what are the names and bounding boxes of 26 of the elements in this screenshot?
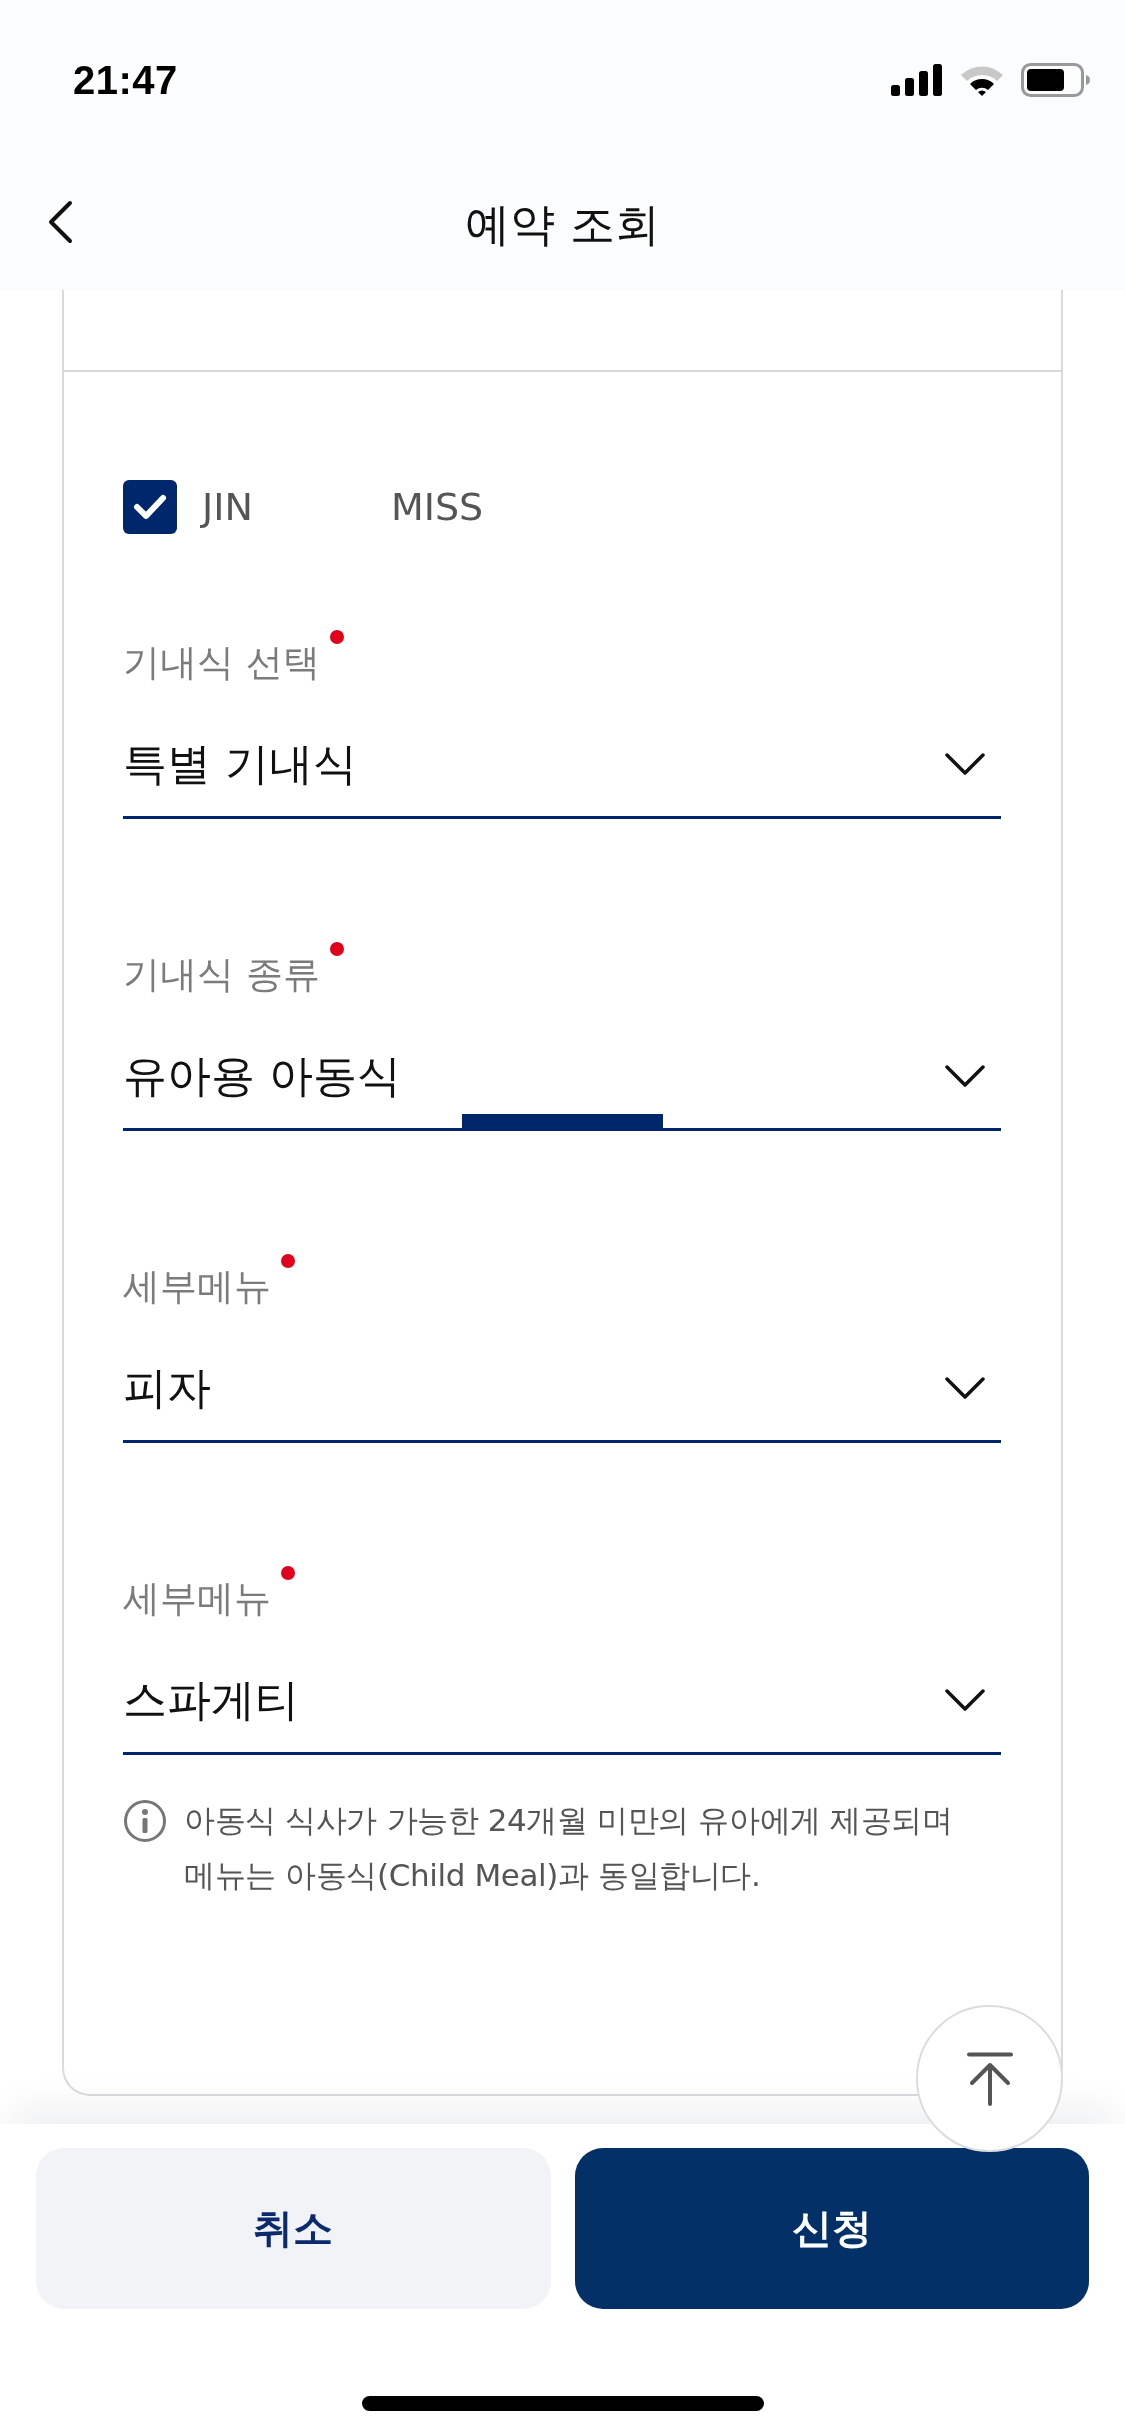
dropdown-field[interactable]: 스파게티 xyxy=(123,1670,1001,1755)
status-time: 21:47 xyxy=(73,57,178,103)
chevron-down-icon xyxy=(945,753,985,775)
arrow-up-to-line-icon xyxy=(966,2051,1013,2106)
submit-button[interactable]: 신청 xyxy=(574,2148,1089,2309)
field-label: 세부메뉴 xyxy=(123,1264,271,1310)
page-title: 예약 조회 xyxy=(465,197,660,253)
wifi-icon xyxy=(959,63,1005,97)
back-icon[interactable] xyxy=(46,200,74,244)
field-label: 기내식 종류 xyxy=(123,952,320,998)
info-note: 아동식 식사가 가능한 24개월 미만의 유아에게 제공되며 메뉴는 아동식(Child Meal)과 동일합니다. xyxy=(184,1801,953,1895)
battery-icon xyxy=(1021,63,1091,97)
info-icon xyxy=(123,1799,167,1843)
chevron-down-icon xyxy=(945,1689,985,1711)
passenger-option[interactable]: MISS xyxy=(391,480,484,534)
checkbox-icon[interactable] xyxy=(123,480,177,534)
cancel-button[interactable]: 취소 xyxy=(36,2148,551,2309)
field-label: 기내식 선택 xyxy=(123,640,320,686)
chevron-down-icon xyxy=(945,1377,985,1399)
passenger-option[interactable]: JIN xyxy=(202,480,253,534)
dropdown-field[interactable]: 피자 xyxy=(123,1358,1001,1443)
signal-icon xyxy=(891,64,943,96)
field-label: 세부메뉴 xyxy=(123,1576,271,1622)
chevron-down-icon xyxy=(945,1065,985,1087)
dropdown-field[interactable]: 유아용 아동식 xyxy=(123,1046,1001,1131)
dropdown-field[interactable]: 특별 기내식 xyxy=(123,734,1001,819)
